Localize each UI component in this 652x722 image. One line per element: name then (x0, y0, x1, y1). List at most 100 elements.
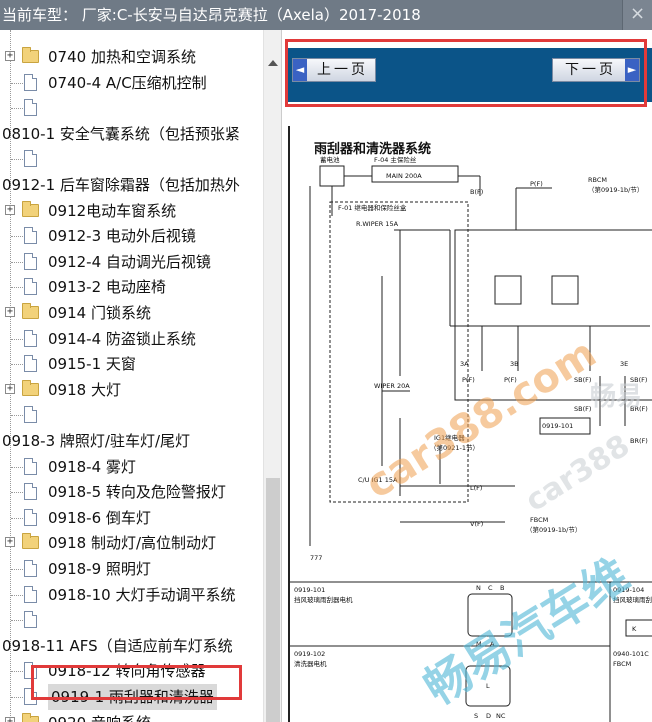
label-pin-d: D (486, 712, 491, 720)
label-relay-box: F-01 继电器和保险丝盒 (338, 203, 407, 212)
tree-item[interactable]: 0913-2 电动座椅 (0, 274, 263, 300)
chapter-tree[interactable]: +0740 加热和空调系统 0740-4 A/C压缩机控制 0810-1 安全气囊系… (0, 30, 263, 722)
tree-branch-line (11, 82, 23, 84)
tree-item[interactable]: 0810-1 安全气囊系统（包括预张紧 (0, 121, 263, 147)
label-ig1-ref: （第0921-1节） (430, 443, 479, 452)
folder-icon (22, 200, 39, 217)
tree-item-label: 0918-4 雾灯 (48, 457, 136, 476)
expand-toggle-icon[interactable]: + (5, 716, 15, 722)
label-cu-ig1: C/U IG1 15A (358, 476, 398, 484)
folder-icon (22, 533, 39, 550)
tree-branch-line (11, 261, 23, 263)
tree-item-label: 0920 音响系统 (48, 710, 151, 722)
tree-item[interactable]: 0918-4 雾灯 (0, 454, 263, 480)
tree-item[interactable]: 0915-1 天窗 (0, 351, 263, 377)
title-bar: 当前车型： 厂家:C-长安马自达昂克赛拉（Axela）2017-2018 × (0, 0, 652, 30)
tree-item[interactable]: +0920 音响系统 (0, 710, 263, 722)
tree-item[interactable]: 0918-3 牌照灯/驻车灯/尾灯 (0, 428, 263, 454)
tree-item-label: 0912-3 电动外后视镜 (48, 227, 196, 246)
page-icon (24, 457, 37, 475)
tree-item[interactable] (0, 607, 263, 633)
tree-item[interactable]: 0912-4 自动调光后视镜 (0, 249, 263, 275)
label-conn-0919101-top: 0919-101 (542, 422, 573, 430)
tree-item[interactable] (0, 95, 263, 121)
label-ig1-relay: IG1继电器 (434, 433, 465, 442)
page-icon (24, 329, 37, 347)
folder-icon (22, 712, 39, 722)
tree-item-label: 0914 门锁系统 (48, 304, 151, 322)
expand-toggle-icon[interactable]: + (5, 537, 15, 548)
scrollbar-thumb[interactable] (266, 478, 280, 722)
label-brf-2: BR(F) (630, 437, 648, 445)
label-rwiper-fuse: R.WIPER 15A (356, 220, 399, 228)
page-icon (24, 611, 37, 629)
label-pin-a: A (490, 640, 495, 648)
label-sbf-3: SB(F) (574, 405, 591, 413)
tree-branch-line (11, 236, 23, 238)
tree-item[interactable] (0, 402, 263, 428)
tree-item-label: 0918-9 照明灯 (48, 560, 151, 578)
tree-item[interactable]: +0918 大灯 (0, 377, 263, 403)
wiring-diagram: 蓄电池 F-04 主保险丝 MAIN 200A B(F) P(F) F-01 继… (290, 155, 652, 722)
tree-item-label: 0918-6 倒车灯 (48, 508, 151, 527)
label-sbf-1: SB(F) (574, 376, 591, 384)
label-pin-n: N (476, 584, 481, 592)
tree-item-label: 0740-4 A/C压缩机控制 (48, 73, 207, 92)
nav-highlight-box (285, 39, 647, 107)
tree-item[interactable]: 0914-4 防盗锁止系统 (0, 326, 263, 352)
label-battery: 蓄电池 (320, 155, 340, 164)
battery-symbol (319, 165, 345, 187)
window-title: 当前车型： 厂家:C-长安马自达昂克赛拉（Axela）2017-2018 (2, 6, 421, 24)
tree-item[interactable]: 0918-11 AFS（自适应前车灯系统 (0, 633, 263, 659)
tree-item[interactable]: +0918 制动灯/高位制动灯 (0, 530, 263, 556)
folder-icon (22, 303, 39, 319)
label-pin-s: S (474, 712, 478, 720)
tree-item[interactable]: 0918-6 倒车灯 (0, 505, 263, 531)
tree-item[interactable]: 0912-1 后车窗除霜器（包括加热外 (0, 172, 263, 198)
label-pf-2: P(F) (462, 376, 475, 384)
tree-item[interactable] (0, 146, 263, 172)
tree-branch-line (11, 671, 23, 673)
tree-item[interactable]: 0918-5 转向及危险警报灯 (0, 479, 263, 505)
label-sbf-2: SB(F) (630, 376, 647, 384)
tree-item-label: 0918 大灯 (48, 380, 121, 399)
tree-item-label: 0918 制动灯/高位制动灯 (48, 534, 216, 553)
tree-item[interactable]: +0912电动车窗系统 (0, 198, 263, 224)
tree-scrollbar[interactable] (263, 30, 281, 722)
tree-branch-line (11, 287, 23, 289)
tree-item-label: 0914-4 防盗锁止系统 (48, 329, 196, 348)
page-icon (24, 508, 37, 526)
tree-item-label: 0912-1 后车窗除霜器（包括加热外 (2, 176, 240, 194)
expand-toggle-icon[interactable]: + (5, 383, 15, 394)
tree-item-label: 0918-11 AFS（自适应前车灯系统 (2, 636, 233, 655)
wiring-diagram-page: 雨刮器和清洗器系统 蓄电池 F-04 主保险丝 MAIN 200A B(F) P… (288, 126, 652, 722)
label-brf-1: BR(F) (630, 405, 648, 413)
page-icon (24, 585, 37, 603)
tree-branch-line (11, 415, 23, 417)
tree-item[interactable]: +0740 加热和空调系统 (0, 44, 263, 70)
scroll-up-icon[interactable] (268, 60, 278, 66)
tree-branch-line (11, 159, 23, 161)
tree-item-label: 0915-1 天窗 (48, 355, 136, 374)
expand-toggle-icon[interactable]: + (5, 204, 15, 215)
label-pin-3e: 3E (620, 360, 628, 368)
label-pin-3b: 3B (510, 360, 519, 368)
label-front-wiper-switch: 挡风玻璃雨刮器 (613, 595, 652, 604)
folder-icon (22, 379, 39, 396)
page-icon (24, 406, 37, 424)
tree-item[interactable]: +0914 门锁系统 (0, 300, 263, 326)
tree-item[interactable]: 0918-10 大灯手动调平系统 (0, 582, 263, 608)
label-rbcm: RBCM (588, 176, 607, 184)
tree-item[interactable]: 0912-3 电动外后视镜 (0, 223, 263, 249)
wiper-motor-connector (467, 593, 513, 637)
tree-item-label: 0912电动车窗系统 (48, 201, 177, 220)
expand-toggle-icon[interactable]: + (5, 51, 15, 61)
expand-toggle-icon[interactable]: + (5, 307, 15, 317)
tree-branch-line (11, 517, 23, 519)
tree-item[interactable]: 0918-9 照明灯 (0, 556, 263, 582)
close-button[interactable]: × (622, 0, 652, 30)
tree-branch-line (11, 338, 23, 340)
label-main-fuse-name: F-04 主保险丝 (374, 155, 417, 164)
page-icon (24, 99, 37, 117)
tree-item[interactable]: 0740-4 A/C压缩机控制 (0, 70, 263, 96)
